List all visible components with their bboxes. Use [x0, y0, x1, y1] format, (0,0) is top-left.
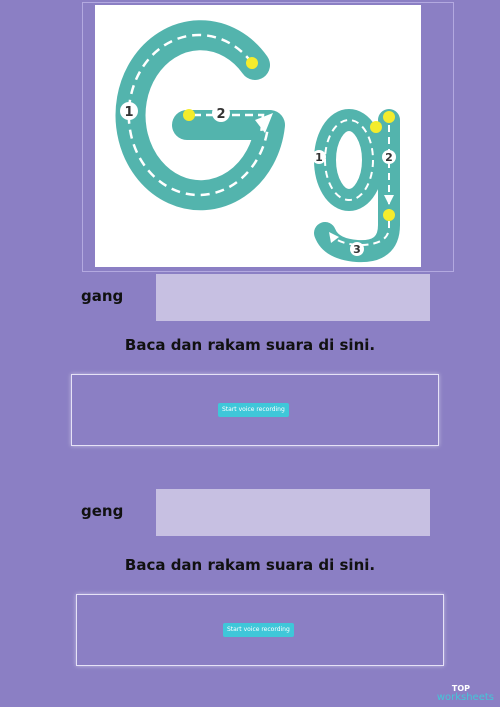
brand-line2: worksheets [436, 692, 494, 703]
letter-tracing-image: 1 2 1 2 3 [95, 5, 421, 267]
word-geng: geng [81, 502, 124, 520]
svg-text:2: 2 [385, 151, 393, 164]
svg-text:3: 3 [353, 243, 361, 256]
voice-recording-box: Start voice recording [76, 594, 444, 666]
start-voice-recording-button[interactable]: Start voice recording [218, 403, 289, 417]
topworksheets-logo[interactable]: TOP worksheets [437, 685, 494, 703]
answer-box-gang[interactable] [156, 274, 430, 321]
instruction-text: Baca dan rakam suara di sini. [124, 556, 376, 574]
svg-text:1: 1 [124, 105, 133, 120]
instruction-text: Baca dan rakam suara di sini. [124, 336, 376, 354]
answer-box-geng[interactable] [156, 489, 430, 536]
word-gang: gang [81, 287, 124, 305]
svg-text:1: 1 [315, 151, 323, 164]
start-voice-recording-button[interactable]: Start voice recording [223, 623, 294, 637]
letter-g-tracing-graphic: 1 2 1 2 3 [115, 20, 400, 263]
svg-text:2: 2 [216, 107, 225, 122]
voice-recording-box: Start voice recording [71, 374, 439, 446]
